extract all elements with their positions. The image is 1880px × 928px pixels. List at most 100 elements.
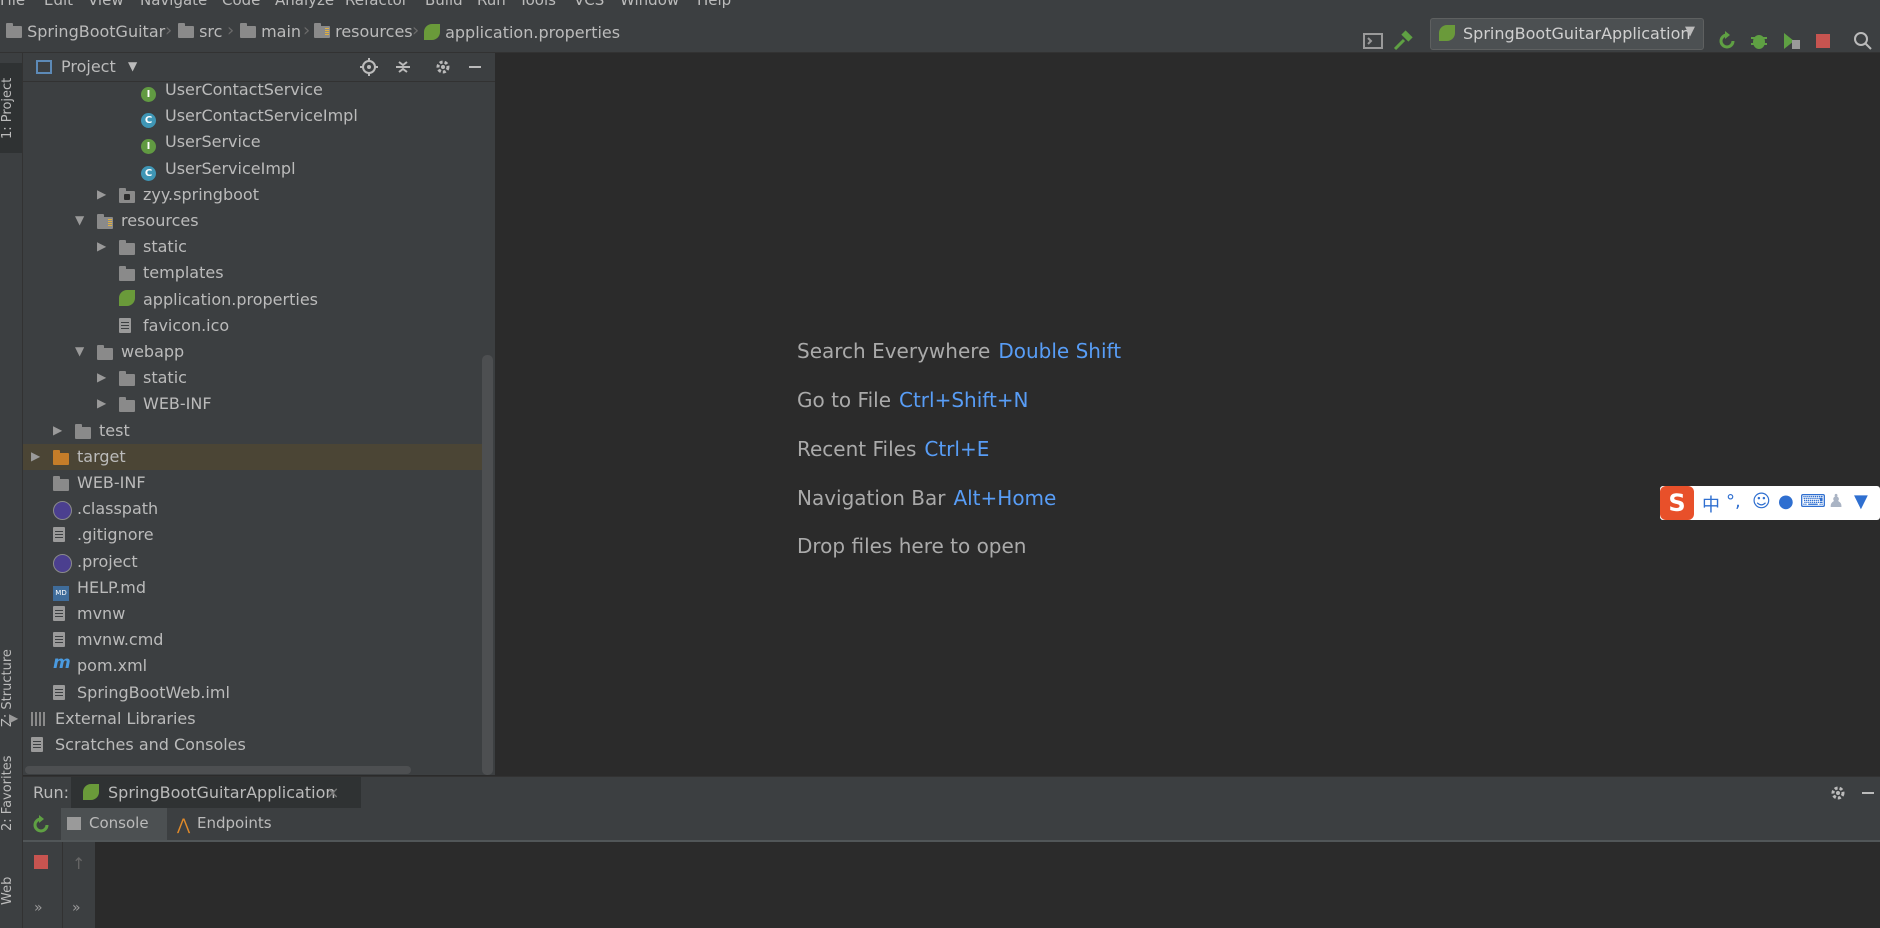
tab-console[interactable]: Console bbox=[61, 808, 167, 840]
tree-item[interactable]: mvnw bbox=[23, 601, 485, 627]
tree-item[interactable]: C UserServiceImpl bbox=[23, 156, 485, 182]
tree-item[interactable]: .project bbox=[23, 549, 485, 575]
tab-project[interactable]: 1: Project bbox=[0, 63, 22, 153]
terminal-icon[interactable] bbox=[1362, 30, 1384, 52]
tree-item[interactable]: .classpath bbox=[23, 496, 485, 522]
collapse-arrow-icon[interactable]: ▼ bbox=[75, 213, 84, 227]
hint-drop-files: Drop files here to open bbox=[797, 534, 1027, 558]
tree-item[interactable]: ▶ zyy.springboot bbox=[23, 182, 485, 208]
breadcrumb-main[interactable]: main bbox=[240, 22, 301, 41]
menu-item[interactable]: Run bbox=[477, 0, 506, 9]
tree-item[interactable]: ▶ static bbox=[23, 234, 485, 260]
close-icon[interactable]: × bbox=[326, 783, 339, 802]
tree-item[interactable]: favicon.ico bbox=[23, 313, 485, 339]
tree-item[interactable]: SpringBootWeb.iml bbox=[23, 680, 485, 706]
expand-arrow-icon[interactable]: ▶ bbox=[97, 187, 106, 201]
menu-item[interactable]: Window bbox=[620, 0, 679, 9]
breadcrumb-resources[interactable]: resources bbox=[314, 22, 413, 41]
chevron-down-icon: ▼ bbox=[1685, 24, 1695, 39]
skin-icon[interactable]: ▼ bbox=[1854, 491, 1868, 512]
collapse-all-icon[interactable] bbox=[393, 57, 413, 77]
user-icon[interactable]: ♟ bbox=[1828, 491, 1844, 512]
menu-item[interactable]: File bbox=[0, 0, 25, 9]
rerun-icon[interactable] bbox=[1716, 30, 1738, 52]
horizontal-scrollbar[interactable] bbox=[25, 766, 411, 774]
ime-punctuation[interactable]: °, bbox=[1726, 491, 1741, 512]
project-tree: I UserContactService C UserContactServiceIm… bbox=[9, 77, 495, 758]
menu-item[interactable]: Tools bbox=[519, 0, 556, 9]
breadcrumb-project[interactable]: SpringBootGuitar bbox=[6, 22, 165, 41]
menu-item[interactable]: Refactor bbox=[345, 0, 408, 9]
tree-item[interactable]: ▶ External Libraries bbox=[9, 706, 485, 732]
gear-icon[interactable] bbox=[1828, 783, 1848, 803]
tab-favorites[interactable]: 2: Favorites bbox=[0, 738, 22, 848]
build-hammer-icon[interactable] bbox=[1392, 30, 1414, 52]
debug-icon[interactable] bbox=[1748, 30, 1770, 52]
tree-item[interactable]: MD HELP.md bbox=[23, 575, 485, 601]
emoji-icon[interactable]: ☺ bbox=[1752, 491, 1771, 512]
maven-icon: m bbox=[53, 653, 71, 674]
expand-arrow-icon[interactable]: ▶ bbox=[31, 449, 40, 463]
run-tab-active[interactable]: SpringBootGuitarApplication × bbox=[71, 777, 361, 809]
menu-item[interactable]: View bbox=[88, 0, 124, 9]
more-icon[interactable]: » bbox=[34, 900, 43, 916]
breadcrumb-file[interactable]: application.properties bbox=[424, 22, 620, 42]
rerun-icon[interactable] bbox=[31, 815, 51, 835]
stop-icon[interactable] bbox=[34, 855, 48, 869]
run-configuration-select[interactable]: SpringBootGuitarApplication ▼ bbox=[1430, 18, 1704, 50]
expand-arrow-icon[interactable]: ▶ bbox=[9, 711, 18, 725]
tree-item[interactable]: ▶ target bbox=[23, 443, 485, 470]
tree-item[interactable]: I UserContactService bbox=[23, 77, 485, 103]
keyboard-icon[interactable]: ⌨ bbox=[1800, 491, 1826, 512]
breadcrumb-src[interactable]: src bbox=[178, 22, 222, 41]
menu-item[interactable]: Edit bbox=[44, 0, 73, 9]
menu-item[interactable]: VCS bbox=[574, 0, 604, 9]
menu-item[interactable]: Analyze bbox=[275, 0, 334, 9]
more-icon[interactable]: » bbox=[72, 900, 81, 916]
scroll-up-icon[interactable]: ↑ bbox=[72, 854, 85, 873]
microphone-icon[interactable]: ● bbox=[1778, 491, 1794, 512]
coverage-icon[interactable] bbox=[1780, 30, 1802, 52]
tree-item[interactable]: .gitignore bbox=[23, 522, 485, 548]
project-panel-title[interactable]: Project bbox=[61, 57, 116, 76]
tree-item[interactable]: application.properties bbox=[23, 287, 485, 313]
tree-item[interactable]: I UserService bbox=[23, 129, 485, 155]
ime-language[interactable]: 中 bbox=[1702, 491, 1720, 517]
menu-item[interactable]: Code bbox=[222, 0, 260, 9]
minimize-icon[interactable] bbox=[1858, 783, 1878, 803]
ime-toolbar[interactable]: S 中 °, ☺ ● ⌨ ♟ ▼ bbox=[1660, 486, 1880, 520]
stop-icon[interactable] bbox=[1812, 30, 1834, 52]
gear-icon[interactable] bbox=[433, 57, 453, 77]
tab-endpoints[interactable]: ⋀ Endpoints bbox=[171, 808, 281, 840]
tree-item[interactable]: ▶ test bbox=[23, 418, 485, 444]
collapse-arrow-icon[interactable]: ▼ bbox=[75, 344, 84, 358]
expand-arrow-icon[interactable]: ▶ bbox=[53, 423, 62, 437]
menu-item[interactable]: Build bbox=[425, 0, 463, 9]
minimize-icon[interactable] bbox=[465, 57, 485, 77]
expand-arrow-icon[interactable]: ▶ bbox=[97, 396, 106, 410]
tree-item[interactable]: Scratches and Consoles bbox=[23, 732, 485, 758]
expand-arrow-icon[interactable]: ▶ bbox=[97, 239, 106, 253]
locate-icon[interactable] bbox=[359, 57, 379, 77]
tree-item[interactable]: ▼ webapp bbox=[23, 339, 485, 365]
menu-item[interactable]: Help bbox=[697, 0, 731, 9]
tree-item[interactable]: ▼ resources bbox=[23, 208, 485, 234]
tree-item[interactable]: mvnw.cmd bbox=[23, 627, 485, 653]
tree-item[interactable]: ▶ static bbox=[23, 365, 485, 391]
tree-item-label: HELP.md bbox=[77, 577, 147, 597]
run-subtabs: Console ⋀ Endpoints bbox=[23, 808, 1880, 842]
vertical-scrollbar[interactable] bbox=[482, 355, 493, 775]
expand-arrow-icon[interactable]: ▶ bbox=[97, 370, 106, 384]
menu-item[interactable]: Navigate bbox=[140, 0, 207, 9]
search-icon[interactable] bbox=[1852, 30, 1874, 52]
tab-web[interactable]: Web bbox=[0, 861, 22, 921]
folder-icon bbox=[119, 370, 135, 389]
tree-item[interactable]: ▶ WEB-INF bbox=[23, 391, 485, 417]
tree-item[interactable]: C UserContactServiceImpl bbox=[23, 103, 485, 129]
chevron-down-icon[interactable]: ▼ bbox=[128, 59, 137, 73]
console-output[interactable] bbox=[95, 842, 1880, 928]
tree-item-label: UserServiceImpl bbox=[165, 158, 296, 178]
tree-item[interactable]: templates bbox=[23, 260, 485, 286]
tree-item[interactable]: WEB-INF bbox=[23, 470, 485, 496]
tree-item[interactable]: m pom.xml bbox=[23, 653, 485, 679]
